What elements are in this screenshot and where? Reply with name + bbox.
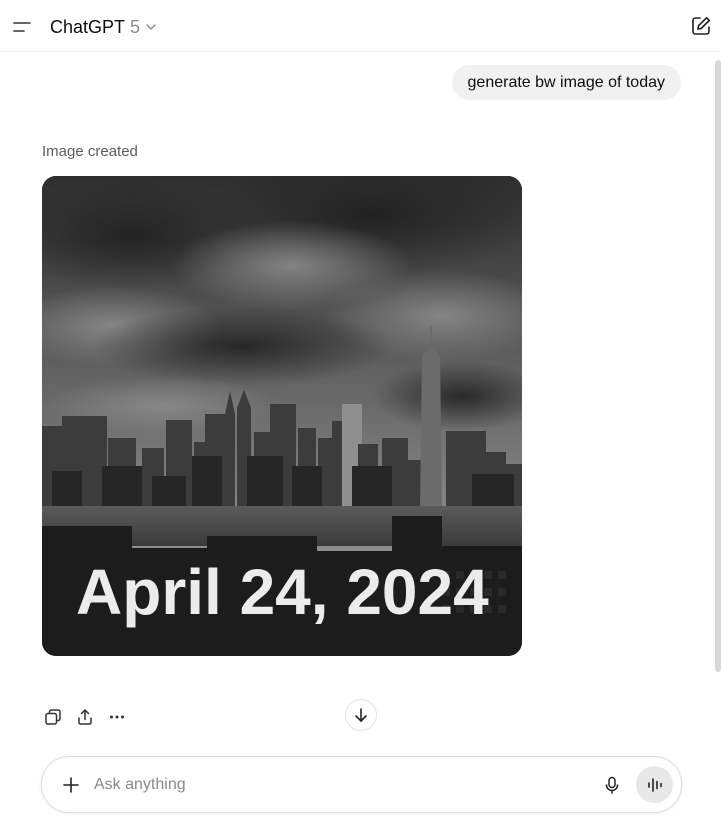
voice-mode-icon xyxy=(647,777,662,792)
copy-button[interactable] xyxy=(40,704,66,730)
menu-icon xyxy=(13,22,31,32)
chevron-down-icon xyxy=(146,24,156,30)
chat-page: ChatGPT 5 generate bw image of today Ima… xyxy=(0,0,721,819)
voice-mode-button[interactable] xyxy=(636,766,673,803)
image-status: Image created xyxy=(42,143,138,160)
more-icon xyxy=(110,715,124,719)
message-actions xyxy=(40,704,130,730)
arrow-down-icon xyxy=(355,708,367,722)
more-button[interactable] xyxy=(104,704,130,730)
model-switcher[interactable]: ChatGPT 5 xyxy=(50,14,157,40)
prompt-input[interactable] xyxy=(94,771,574,799)
attach-button[interactable] xyxy=(58,772,84,798)
edit-icon xyxy=(692,17,710,35)
scroll-to-bottom-button[interactable] xyxy=(345,699,377,731)
dictate-button[interactable] xyxy=(600,773,624,797)
image-date-text: April 24, 2024 xyxy=(76,556,489,628)
model-name: ChatGPT xyxy=(50,16,126,37)
generated-image[interactable]: April 24, 2024 xyxy=(42,176,522,656)
share-icon xyxy=(78,709,92,725)
copy-icon xyxy=(45,709,61,725)
top-bar: ChatGPT 5 xyxy=(0,0,721,52)
new-chat-button[interactable] xyxy=(689,14,713,38)
user-message: generate bw image of today xyxy=(451,65,681,100)
scrollbar[interactable] xyxy=(715,60,721,672)
composer xyxy=(41,756,682,813)
menu-button[interactable] xyxy=(10,14,36,40)
mic-icon xyxy=(605,776,619,794)
plus-icon xyxy=(63,777,79,793)
share-button[interactable] xyxy=(72,704,98,730)
model-version: 5 xyxy=(130,16,141,37)
city-skyline-image: April 24, 2024 xyxy=(42,176,522,656)
